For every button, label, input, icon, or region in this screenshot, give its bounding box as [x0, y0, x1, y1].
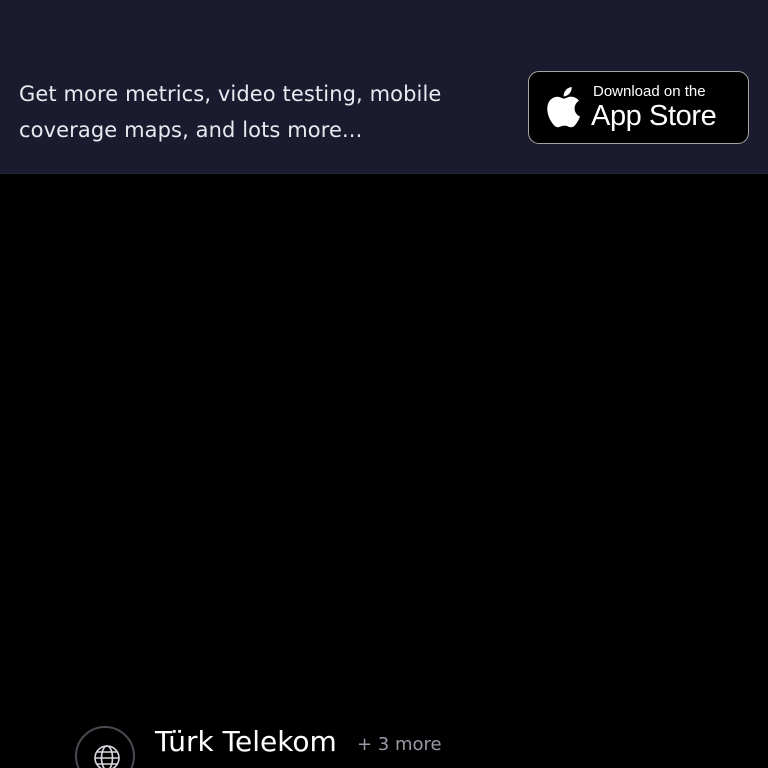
provider-more-link[interactable]: + 3 more — [357, 734, 442, 756]
globe-icon — [94, 745, 120, 768]
apple-icon — [547, 87, 580, 128]
provider-name: Türk Telekom — [155, 725, 337, 758]
promo-text-line-2: coverage maps, and lots more... — [19, 118, 363, 142]
provider-globe-button[interactable] — [75, 726, 135, 768]
promo-text: Get more metrics, video testing, mobile … — [19, 76, 489, 148]
app-store-badge-large-text: App Store — [591, 100, 717, 132]
page: Get more metrics, video testing, mobile … — [0, 0, 768, 768]
app-store-download-button[interactable]: Download on the App Store — [528, 71, 749, 144]
provider-row[interactable]: Türk Telekom + 3 more — [75, 722, 695, 768]
promo-banner: Get more metrics, video testing, mobile … — [0, 0, 768, 174]
promo-text-line-1: Get more metrics, video testing, mobile — [19, 82, 442, 106]
